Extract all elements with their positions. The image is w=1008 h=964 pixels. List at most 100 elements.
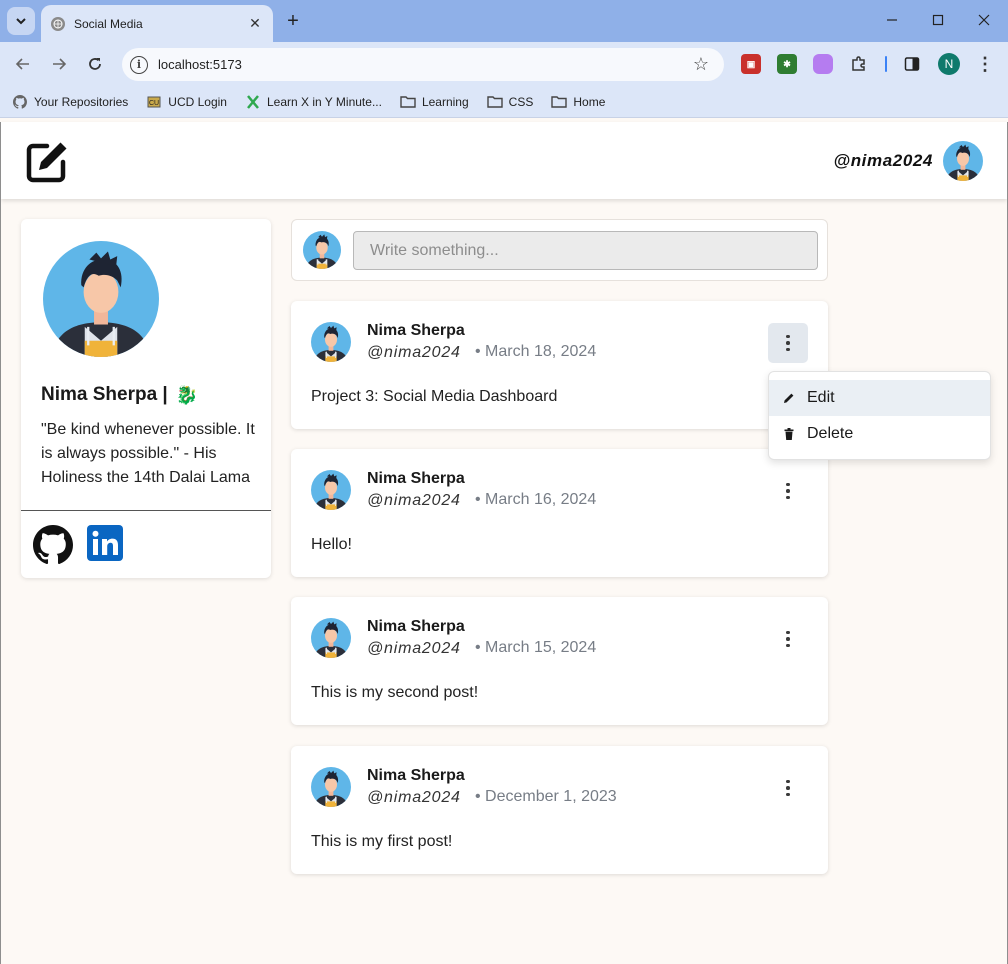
post-handle: @nima2024	[367, 789, 461, 806]
profile-name-text: Nima Sherpa |	[41, 384, 168, 405]
post-avatar[interactable]	[311, 767, 351, 807]
post-handle: @nima2024	[367, 344, 461, 361]
bookmark-folder-css[interactable]: CSS	[486, 94, 534, 109]
post-date: • December 1, 2023	[475, 788, 617, 805]
bookmark-folder-home[interactable]: Home	[551, 95, 605, 109]
close-window-icon[interactable]	[970, 8, 998, 32]
close-tab-icon[interactable]: ✕	[245, 14, 265, 34]
folder-icon	[486, 95, 503, 109]
bookmark-label: UCD Login	[168, 94, 227, 109]
reload-icon[interactable]	[82, 51, 108, 77]
extension-adblock-icon[interactable]: ▣	[741, 54, 761, 74]
post-body: This is my first post!	[311, 833, 453, 850]
new-tab-button[interactable]: +	[282, 10, 304, 32]
tab-title: Social Media	[74, 16, 143, 31]
composer-avatar	[303, 231, 341, 269]
post-handle: @nima2024	[367, 640, 461, 657]
post-options-button[interactable]	[768, 471, 808, 511]
post-options-button[interactable]	[768, 619, 808, 659]
browser-tab[interactable]: Social Media ✕	[41, 5, 273, 42]
more-vertical-icon	[786, 482, 790, 500]
folder-icon	[400, 95, 416, 109]
header-username[interactable]: @nima2024	[834, 151, 933, 171]
more-vertical-icon	[786, 779, 790, 797]
post-date: • March 16, 2024	[475, 491, 597, 508]
post-avatar[interactable]	[311, 322, 351, 362]
profile-avatar	[43, 241, 159, 357]
browser-toolbar: i localhost:5173 ☆ ▣ ✱ N ⋮	[0, 42, 1008, 86]
forward-icon[interactable]	[46, 51, 72, 77]
svg-text:CU: CU	[149, 100, 159, 107]
post-card: Nima Sherpa @nima2024 • December 1, 2023…	[291, 746, 828, 874]
address-bar[interactable]: i localhost:5173 ☆	[122, 48, 724, 81]
post-author[interactable]: Nima Sherpa	[367, 322, 465, 340]
post-author[interactable]: Nima Sherpa	[367, 618, 465, 636]
post-avatar[interactable]	[311, 470, 351, 510]
post-body: Project 3: Social Media Dashboard	[311, 388, 558, 405]
github-icon[interactable]	[33, 525, 73, 565]
post-avatar[interactable]	[311, 618, 351, 658]
folder-icon	[551, 95, 568, 109]
minimize-icon[interactable]	[878, 8, 906, 32]
bookmark-label: CSS	[508, 94, 534, 109]
learnx-icon	[245, 94, 261, 109]
extensions-puzzle-icon[interactable]	[849, 54, 869, 74]
extension-gradient-icon[interactable]	[813, 54, 833, 74]
side-panel-icon[interactable]	[902, 54, 922, 74]
toolbar-separator	[885, 56, 887, 72]
profile-name: Nima Sherpa | 🐉	[41, 384, 198, 406]
pencil-icon	[783, 392, 795, 404]
bookmark-label: Learn X in Y Minute...	[266, 94, 382, 109]
browser-profile-avatar[interactable]: N	[938, 53, 960, 75]
bookmark-label: Home	[573, 94, 606, 109]
more-vertical-icon	[786, 630, 790, 648]
post-handle: @nima2024	[367, 492, 461, 509]
post-options-menu: Edit Delete	[768, 371, 991, 460]
bookmark-ucd-login[interactable]: CU UCD Login	[146, 95, 227, 109]
post-options-button[interactable]	[768, 768, 808, 808]
post-body: This is my second post!	[311, 684, 479, 701]
window-border-left	[0, 122, 1, 964]
edit-label: Edit	[807, 389, 835, 406]
post-options-button[interactable]	[768, 323, 808, 363]
header-avatar[interactable]	[943, 141, 983, 181]
profile-bio: "Be kind whenever possible. It is always…	[41, 421, 255, 486]
bookmark-learn-x[interactable]: Learn X in Y Minute...	[245, 95, 382, 109]
more-vertical-icon	[786, 334, 790, 352]
post-composer	[291, 219, 828, 281]
compose-edit-icon[interactable]	[25, 138, 71, 184]
linkedin-icon[interactable]	[87, 525, 123, 561]
trash-icon	[783, 428, 795, 440]
bookmark-label: Your Repositories	[34, 94, 129, 109]
bookmarks-bar: Your Repositories CU UCD Login Learn X i…	[0, 86, 1008, 118]
post-author[interactable]: Nima Sherpa	[367, 767, 465, 785]
delete-post-menu-item[interactable]: Delete	[769, 416, 990, 452]
post-date: • March 18, 2024	[475, 343, 597, 360]
profile-card: Nima Sherpa | 🐉 "Be kind whenever possib…	[21, 219, 271, 578]
back-icon[interactable]	[10, 51, 36, 77]
site-info-icon[interactable]: i	[130, 55, 148, 74]
app-header: @nima2024	[1, 122, 1007, 199]
post-card: Nima Sherpa @nima2024 • March 16, 2024 H…	[291, 449, 828, 577]
edit-post-menu-item[interactable]: Edit	[769, 380, 990, 416]
globe-icon	[51, 16, 65, 31]
tab-search-button[interactable]	[7, 7, 35, 35]
bookmark-your-repositories[interactable]: Your Repositories	[12, 94, 129, 109]
browser-menu-icon[interactable]: ⋮	[975, 53, 995, 75]
profile-divider	[21, 510, 271, 511]
post-author[interactable]: Nima Sherpa	[367, 470, 465, 488]
post-card: Nima Sherpa @nima2024 • March 15, 2024 T…	[291, 597, 828, 725]
bookmark-star-icon[interactable]: ☆	[690, 54, 712, 76]
browser-titlebar: Social Media ✕ +	[0, 0, 1008, 42]
dragon-emoji: 🐉	[175, 384, 199, 405]
delete-label: Delete	[807, 425, 854, 442]
chevron-down-icon	[16, 18, 26, 25]
post-body: Hello!	[311, 536, 352, 553]
write-post-input[interactable]	[353, 231, 818, 270]
extension-html-icon[interactable]: ✱	[777, 54, 797, 74]
bookmark-folder-learning[interactable]: Learning	[400, 95, 469, 109]
post-date: • March 15, 2024	[475, 639, 597, 656]
post-card: Nima Sherpa @nima2024 • March 18, 2024 P…	[291, 301, 828, 429]
bookmark-label: Learning	[421, 94, 469, 109]
maximize-icon[interactable]	[924, 8, 952, 32]
